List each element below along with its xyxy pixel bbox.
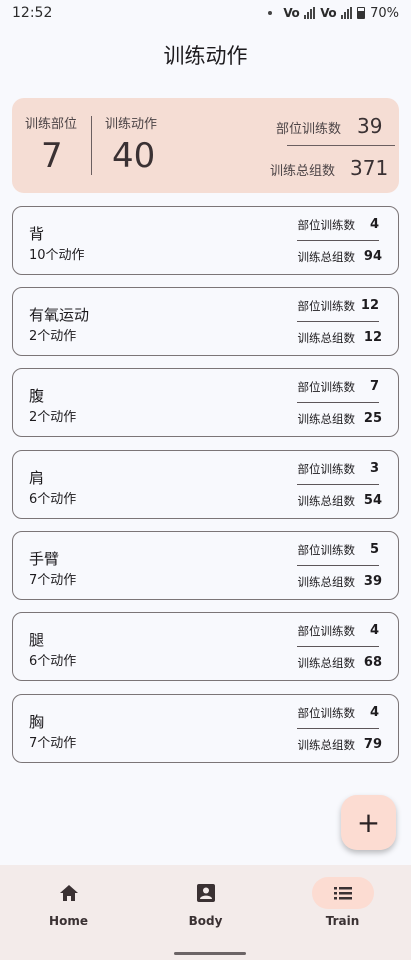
summary-divider xyxy=(91,116,92,175)
home-icon xyxy=(38,877,100,909)
total-sets-value: 39 xyxy=(363,574,382,589)
body-part-card-back[interactable]: 背 10个动作 部位训练数 4 训练总组数 94 xyxy=(12,206,399,275)
part-trainings-value: 3 xyxy=(369,461,379,476)
part-trainings-label: 部位训练数 xyxy=(297,299,356,313)
card-name: 胸 xyxy=(29,713,45,731)
battery-icon xyxy=(357,7,366,19)
card-action-count: 7个动作 xyxy=(29,573,77,588)
signal-icon xyxy=(304,7,316,19)
card-name: 腿 xyxy=(29,631,45,649)
total-sets-value: 68 xyxy=(363,655,382,670)
body-part-card-cardio[interactable]: 有氧运动 2个动作 部位训练数 12 训练总组数 12 xyxy=(12,287,399,356)
total-sets-label: 训练总组数 xyxy=(297,494,356,508)
status-bar: 12:52 Vo Vo 70% xyxy=(0,0,411,26)
actions-label: 训练动作 xyxy=(105,117,158,132)
part-trainings-value: 4 xyxy=(369,623,379,638)
body-part-card-arm[interactable]: 手臂 7个动作 部位训练数 5 训练总组数 39 xyxy=(12,531,399,600)
total-sets-label: 训练总组数 xyxy=(297,250,356,264)
total-sets-value: 54 xyxy=(363,493,382,508)
part-trainings-label: 部位训练数 xyxy=(297,462,356,476)
parts-label: 训练部位 xyxy=(25,117,78,132)
total-sets-label: 训练总组数 xyxy=(297,656,356,670)
card-action-count: 2个动作 xyxy=(29,329,77,344)
body-part-card-shoulder[interactable]: 肩 6个动作 部位训练数 3 训练总组数 54 xyxy=(12,450,399,519)
clock: 12:52 xyxy=(12,5,53,21)
card-name: 肩 xyxy=(29,469,45,487)
part-trainings-label: 部位训练数 xyxy=(276,122,342,137)
total-sets-value: 94 xyxy=(363,249,382,264)
total-sets-label: 训练总组数 xyxy=(297,738,356,752)
card-action-count: 7个动作 xyxy=(29,736,77,751)
total-sets-label: 训练总组数 xyxy=(297,575,356,589)
part-trainings-value: 39 xyxy=(357,114,383,138)
card-name: 有氧运动 xyxy=(29,306,90,324)
total-sets-value: 12 xyxy=(363,330,382,345)
nav-item-train[interactable]: Train xyxy=(274,865,411,960)
body-part-card-chest[interactable]: 胸 7个动作 部位训练数 4 训练总组数 79 xyxy=(12,694,399,763)
card-divider xyxy=(297,402,379,403)
parts-value: 7 xyxy=(41,136,63,176)
part-trainings-value: 12 xyxy=(360,298,379,313)
card-divider xyxy=(297,240,379,241)
add-button[interactable]: + xyxy=(341,795,396,850)
part-trainings-value: 4 xyxy=(369,705,379,720)
page-title: 训练动作 xyxy=(163,44,248,68)
nav-item-home[interactable]: Home xyxy=(0,865,137,960)
card-name: 手臂 xyxy=(29,550,60,568)
total-sets-label: 训练总组数 xyxy=(270,164,336,179)
part-trainings-label: 部位训练数 xyxy=(297,380,356,394)
total-sets-label: 训练总组数 xyxy=(297,412,356,426)
actions-value: 40 xyxy=(112,136,156,176)
status-icons: Vo Vo 70% xyxy=(268,6,399,21)
card-action-count: 10个动作 xyxy=(29,248,85,263)
card-divider xyxy=(297,565,379,566)
total-sets-value: 25 xyxy=(363,411,382,426)
home-indicator[interactable] xyxy=(174,952,246,955)
part-trainings-label: 部位训练数 xyxy=(297,543,356,557)
total-sets-value: 79 xyxy=(363,737,382,752)
nav-label-body: Body xyxy=(188,914,223,928)
part-trainings-label: 部位训练数 xyxy=(297,706,356,720)
part-trainings-value: 7 xyxy=(369,379,379,394)
part-trainings-value: 4 xyxy=(369,217,379,232)
nav-label-home: Home xyxy=(49,914,88,928)
body-part-card-leg[interactable]: 腿 6个动作 部位训练数 4 训练总组数 68 xyxy=(12,612,399,681)
card-divider xyxy=(297,321,379,322)
nav-label-train: Train xyxy=(325,914,360,928)
notification-dot-icon xyxy=(268,11,273,15)
body-icon xyxy=(175,877,237,909)
signal-icon-2 xyxy=(341,7,353,19)
card-divider xyxy=(297,646,379,647)
battery-percent: 70% xyxy=(370,5,399,21)
card-divider xyxy=(297,484,379,485)
card-divider xyxy=(297,728,379,729)
part-trainings-value: 5 xyxy=(369,542,379,557)
summary-card: 训练部位 7 训练动作 40 部位训练数 39 训练总组数 371 xyxy=(12,98,399,193)
card-action-count: 6个动作 xyxy=(29,654,77,669)
part-trainings-label: 部位训练数 xyxy=(297,218,356,232)
summary-hline xyxy=(287,145,395,146)
card-name: 腹 xyxy=(29,387,45,405)
plus-icon: + xyxy=(356,806,381,839)
part-trainings-label: 部位训练数 xyxy=(297,624,356,638)
card-name: 背 xyxy=(29,225,45,243)
volte-icon-2: Vo xyxy=(320,6,337,20)
nav-item-body[interactable]: Body xyxy=(137,865,274,960)
body-part-card-abs[interactable]: 腹 2个动作 部位训练数 7 训练总组数 25 xyxy=(12,368,399,437)
card-action-count: 2个动作 xyxy=(29,410,77,425)
total-sets-value: 371 xyxy=(350,156,389,180)
total-sets-label: 训练总组数 xyxy=(297,331,356,345)
list-icon xyxy=(311,877,374,909)
volte-icon: Vo xyxy=(283,6,300,20)
bottom-nav: Home Body Train xyxy=(0,865,411,960)
card-action-count: 6个动作 xyxy=(29,492,77,507)
